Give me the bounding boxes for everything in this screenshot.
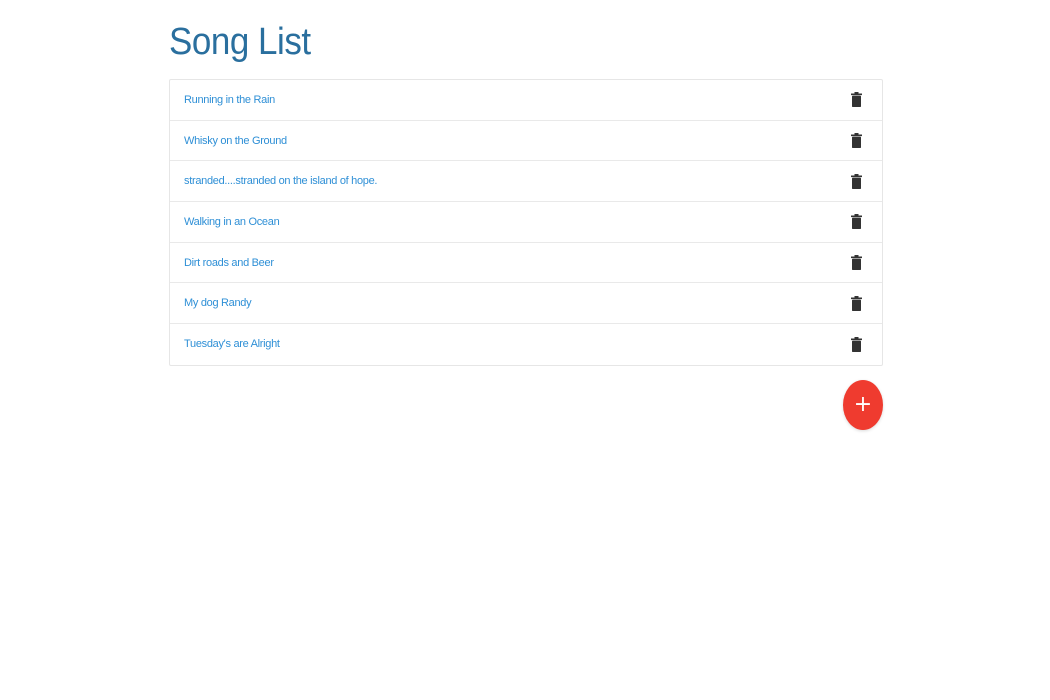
- list-item: My dog Randy: [170, 283, 882, 325]
- add-song-button[interactable]: +: [843, 380, 883, 430]
- trash-icon[interactable]: [849, 335, 863, 353]
- list-item: Tuesday's are Alright: [170, 324, 882, 365]
- song-link[interactable]: Running in the Rain: [184, 94, 275, 106]
- song-list: Running in the Rain Whisky on the Ground…: [169, 79, 883, 366]
- song-link[interactable]: Whisky on the Ground: [184, 135, 287, 147]
- list-item: Walking in an Ocean: [170, 202, 882, 243]
- song-link[interactable]: Walking in an Ocean: [184, 216, 280, 228]
- list-item: Dirt roads and Beer: [170, 243, 882, 284]
- list-item: stranded....stranded on the island of ho…: [170, 161, 882, 203]
- plus-icon: +: [853, 392, 873, 417]
- song-link[interactable]: My dog Randy: [184, 297, 252, 309]
- song-link[interactable]: Tuesday's are Alright: [184, 338, 280, 350]
- trash-icon[interactable]: [849, 213, 863, 231]
- page-title: Song List: [169, 21, 311, 63]
- trash-icon[interactable]: [849, 294, 863, 312]
- song-link[interactable]: stranded....stranded on the island of ho…: [184, 175, 378, 187]
- song-link[interactable]: Dirt roads and Beer: [184, 257, 274, 269]
- trash-icon[interactable]: [849, 254, 863, 272]
- list-item: Running in the Rain: [170, 80, 882, 121]
- song-list-page: Song List Running in the Rain Whisky on …: [169, 0, 883, 430]
- trash-icon[interactable]: [849, 172, 863, 190]
- trash-icon[interactable]: [849, 91, 863, 109]
- list-item: Whisky on the Ground: [170, 121, 882, 162]
- trash-icon[interactable]: [849, 132, 863, 150]
